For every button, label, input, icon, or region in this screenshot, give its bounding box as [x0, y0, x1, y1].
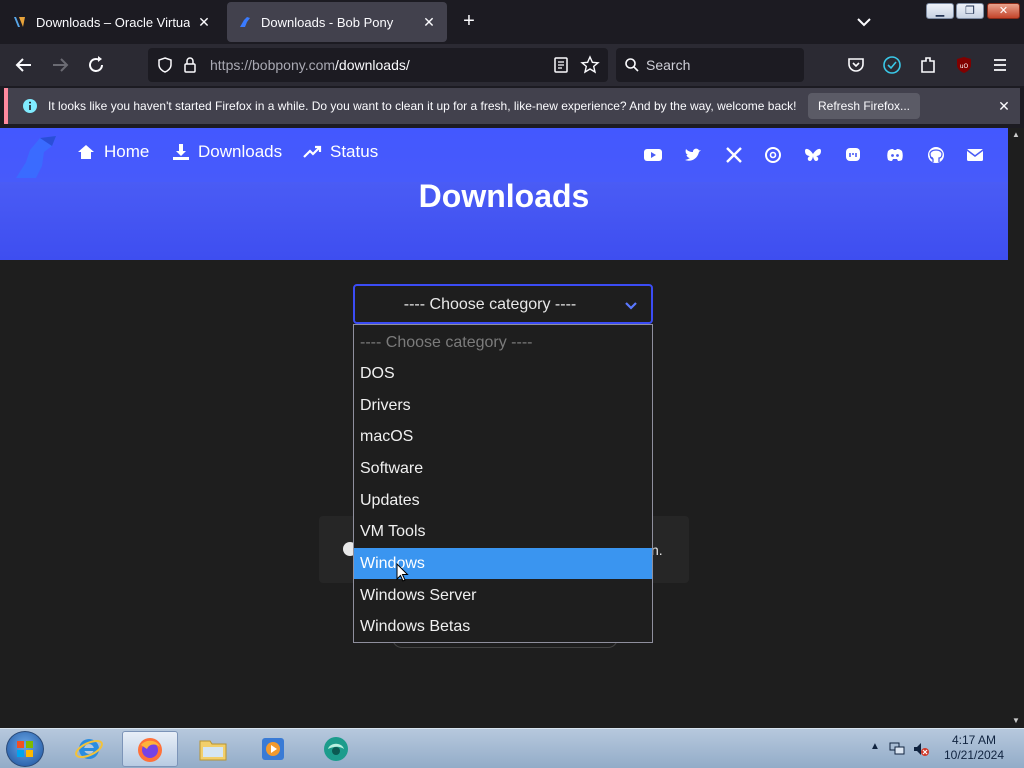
restore-button[interactable]: ❐ — [956, 3, 984, 19]
notification-message: It looks like you haven't started Firefo… — [48, 99, 797, 113]
navigation-toolbar: https://bobpony.com/downloads/ Search uO — [0, 44, 1024, 86]
network-icon[interactable] — [888, 741, 906, 757]
category-select[interactable]: ---- Choose category ---- — [353, 284, 653, 324]
ublock-icon[interactable]: uO — [952, 53, 976, 77]
taskbar-firefox[interactable] — [122, 731, 178, 767]
dropdown-option-updates[interactable]: Updates — [354, 485, 652, 516]
page-scrollbar[interactable]: ▲ ▼ — [1008, 128, 1024, 728]
dropdown-option-macos[interactable]: macOS — [354, 421, 652, 452]
virtualbox-icon — [14, 17, 25, 27]
pocket-icon[interactable] — [844, 53, 868, 77]
nav-downloads[interactable]: Downloads — [172, 142, 282, 162]
search-bar[interactable]: Search — [616, 48, 804, 82]
youtube-icon[interactable] — [642, 144, 664, 166]
mastodon-icon[interactable] — [842, 144, 864, 166]
dropdown-option-software[interactable]: Software — [354, 453, 652, 484]
home-icon — [78, 145, 94, 159]
back-icon[interactable] — [12, 53, 36, 77]
menu-icon[interactable] — [988, 53, 1012, 77]
close-tab-icon[interactable]: ✕ — [196, 14, 212, 30]
clock-date: 10/21/2024 — [943, 748, 1005, 762]
dropdown-option-vm-tools[interactable]: VM Tools — [354, 516, 652, 547]
tab-title: Downloads – Oracle VirtualBox — [36, 14, 190, 30]
lock-icon[interactable] — [182, 56, 198, 74]
dropdown-option-windows-server[interactable]: Windows Server — [354, 580, 652, 611]
info-icon — [23, 99, 37, 113]
folder-icon — [199, 740, 227, 761]
category-select-value: ---- Choose category ---- — [403, 296, 577, 313]
notification-bar: It looks like you haven't started Firefo… — [4, 88, 1020, 124]
trend-icon — [303, 145, 322, 158]
tray-expand-icon[interactable]: ▲ — [870, 741, 880, 752]
clock[interactable]: 4:17 AM 10/21/2024 — [936, 733, 1012, 763]
extensions-icon[interactable] — [916, 53, 940, 77]
volume-muted-icon[interactable] — [912, 741, 930, 757]
firefox-icon — [138, 738, 162, 762]
email-icon[interactable] — [964, 144, 986, 166]
url-text: https://bobpony.com/downloads/ — [210, 57, 410, 73]
forward-icon[interactable] — [48, 53, 72, 77]
github-icon[interactable] — [925, 144, 947, 166]
close-icon[interactable]: ✕ — [994, 96, 1014, 116]
taskbar-app[interactable] — [310, 731, 366, 767]
window-close-button[interactable]: ✕ — [987, 3, 1020, 19]
address-bar[interactable]: https://bobpony.com/downloads/ — [148, 48, 608, 82]
discord-icon[interactable] — [884, 144, 906, 166]
media-player-icon — [262, 738, 284, 760]
internet-explorer-icon — [75, 739, 103, 759]
system-tray: ▲ — [864, 739, 934, 759]
windows-taskbar: ▲ 4:17 AM 10/21/2024 — [0, 728, 1024, 768]
twitter-icon[interactable] — [682, 144, 704, 166]
site-navbar: Home Downloads Status — [0, 128, 1008, 182]
dropdown-option-placeholder[interactable]: ---- Choose category ---- — [354, 327, 652, 358]
reload-icon[interactable] — [84, 53, 108, 77]
tab-bobpony[interactable]: Downloads - Bob Pony ✕ — [227, 2, 447, 42]
dropdown-option-dos[interactable]: DOS — [354, 358, 652, 389]
vpn-check-icon[interactable] — [880, 53, 904, 77]
search-icon — [625, 58, 639, 72]
shield-icon[interactable] — [156, 56, 174, 74]
refresh-firefox-button[interactable]: Refresh Firefox... — [808, 93, 920, 119]
scroll-up-icon[interactable]: ▲ — [1012, 130, 1020, 139]
nav-home-label: Home — [104, 142, 150, 161]
scroll-down-icon[interactable]: ▼ — [1012, 716, 1020, 725]
tab-title: Downloads - Bob Pony — [261, 14, 394, 30]
chevron-down-icon[interactable] — [852, 12, 876, 32]
svg-text:uO: uO — [960, 63, 969, 70]
windows-logo-icon — [17, 741, 33, 757]
reader-view-icon[interactable] — [552, 56, 570, 74]
taskbar-explorer[interactable] — [186, 731, 242, 767]
chevron-down-icon — [625, 302, 637, 310]
site-logo[interactable] — [12, 132, 64, 182]
nav-status[interactable]: Status — [302, 142, 378, 162]
nav-home[interactable]: Home — [76, 142, 149, 162]
hero-banner: Home Downloads Status Downloads — [0, 128, 1008, 260]
bookmark-star-icon[interactable] — [580, 55, 600, 75]
start-button[interactable] — [6, 731, 44, 767]
x-icon[interactable] — [723, 144, 745, 166]
nav-downloads-label: Downloads — [198, 142, 283, 161]
search-placeholder: Search — [646, 57, 691, 73]
taskbar-media-player[interactable] — [246, 731, 302, 767]
bobpony-icon — [240, 17, 250, 27]
url-host: https://bobpony.com — [210, 57, 336, 73]
mouse-cursor-icon — [396, 563, 409, 582]
dropdown-option-windows-betas[interactable]: Windows Betas — [354, 611, 652, 642]
category-dropdown-list: ---- Choose category ---- DOS Drivers ma… — [353, 324, 653, 643]
dropdown-option-drivers[interactable]: Drivers — [354, 390, 652, 421]
new-tab-button[interactable]: + — [458, 11, 480, 33]
download-icon — [173, 144, 189, 160]
nav-status-label: Status — [330, 142, 379, 161]
minimize-button[interactable]: ▁ — [926, 3, 954, 19]
tab-virtualbox[interactable]: Downloads – Oracle VirtualBox ✕ — [2, 2, 222, 42]
app-icon — [324, 737, 348, 761]
taskbar-internet-explorer[interactable] — [62, 731, 118, 767]
page-title: Downloads — [418, 178, 590, 214]
url-path: /downloads/ — [335, 57, 410, 73]
clock-time: 4:17 AM — [951, 733, 997, 747]
close-tab-icon[interactable]: ✕ — [421, 14, 437, 30]
threads-icon[interactable] — [762, 144, 784, 166]
bluesky-icon[interactable] — [802, 144, 824, 166]
tab-strip: Downloads – Oracle VirtualBox ✕ Download… — [0, 0, 1024, 44]
